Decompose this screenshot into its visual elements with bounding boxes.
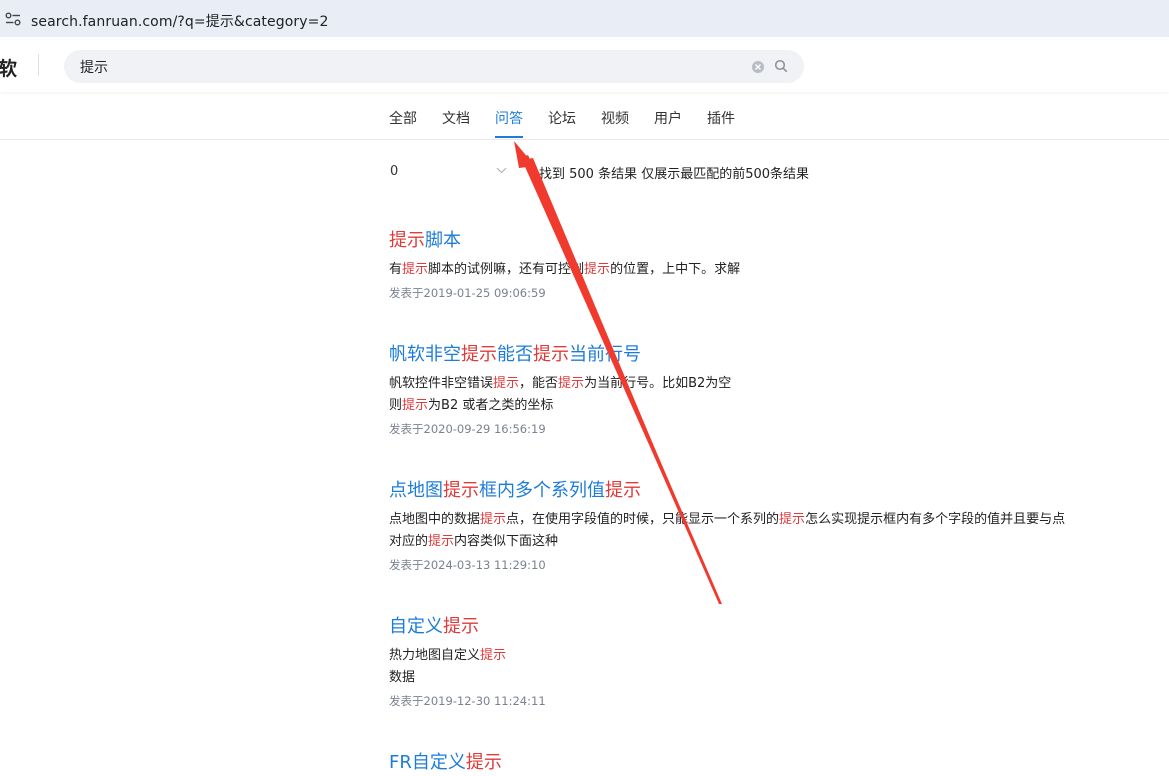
highlight-term: 提示 (605, 480, 641, 501)
result-date: 发表于2020-09-29 16:56:19 (389, 422, 546, 436)
clear-icon[interactable] (752, 61, 764, 73)
search-box (64, 50, 804, 83)
result-date: 发表于2024-03-13 11:29:10 (389, 558, 546, 572)
highlight-term: 提示 (443, 480, 479, 501)
result-snippet: 点地图中的数据提示点，在使用字段值的时候，只能显示一个系列的提示怎么实现提示框内… (389, 509, 1149, 553)
site-info-icon[interactable] (5, 12, 21, 26)
text-segment: 脚本 (425, 230, 461, 251)
snippet-line: 对应的提示内容类似下面这种 (389, 531, 1149, 553)
site-header: 软 (0, 40, 1169, 92)
tab-video[interactable]: 视频 (601, 108, 629, 140)
search-input[interactable] (80, 57, 740, 77)
snippet-line: 帆软控件非空错误提示，能否提示为当前行号。比如B2为空 (389, 373, 1149, 395)
text-segment: 则 (389, 398, 403, 413)
tab-forum[interactable]: 论坛 (548, 108, 576, 140)
text-segment: ，能否 (519, 376, 559, 391)
result-item: 自定义提示 热力地图自定义提示 数据 发表于2019-12-30 11:24:11 (389, 614, 1149, 710)
highlight-term: 提示 (584, 262, 611, 277)
highlight-term: 提示 (402, 262, 429, 277)
tab-qa[interactable]: 问答 (495, 108, 523, 140)
search-icon[interactable] (774, 59, 788, 73)
result-title[interactable]: 点地图提示框内多个系列值提示 (389, 478, 1149, 504)
highlight-term: 提示 (389, 230, 425, 251)
text-segment: 当前行号 (569, 344, 641, 365)
text-segment: 自定义 (389, 616, 443, 637)
snippet-line: 则提示为B2 或者之类的坐标 (389, 395, 1149, 417)
tab-docs[interactable]: 文档 (442, 108, 470, 140)
result-snippet: 有提示脚本的试例嘛，还有可控制提示的位置，上中下。求解 (389, 259, 1149, 281)
address-field[interactable]: search.fanruan.com/?q=提示&category=2 (0, 2, 1169, 34)
header-divider (38, 54, 39, 76)
highlight-term: 提示 (558, 376, 585, 391)
snippet-line: 有提示脚本的试例嘛，还有可控制提示的位置，上中下。求解 (389, 259, 1149, 281)
highlight-term: 提示 (480, 512, 507, 527)
text-segment: 点，在使用字段值的时候，只能显示一个系列的 (506, 512, 780, 527)
tabs-divider (0, 139, 1169, 140)
text-segment: 为B2 或者之类的坐标 (428, 398, 554, 413)
text-segment: 帆软控件非空错误 (389, 376, 494, 391)
highlight-term: 提示 (493, 376, 520, 391)
snippet-line: 点地图中的数据提示点，在使用字段值的时候，只能显示一个系列的提示怎么实现提示框内… (389, 509, 1149, 531)
text-segment: 有 (389, 262, 403, 277)
result-snippet: 帆软控件非空错误提示，能否提示为当前行号。比如B2为空 则提示为B2 或者之类的坐… (389, 373, 1149, 417)
browser-url-bar: search.fanruan.com/?q=提示&category=2 (0, 0, 1169, 37)
chevron-down-icon (496, 167, 507, 174)
result-title[interactable]: FR自定义提示 (389, 750, 1149, 776)
text-segment: 能否 (497, 344, 533, 365)
result-title[interactable]: 自定义提示 (389, 614, 1149, 640)
tab-users[interactable]: 用户 (654, 108, 682, 140)
tab-plugins[interactable]: 插件 (707, 108, 735, 140)
highlight-term: 提示 (480, 648, 507, 663)
highlight-term: 提示 (461, 344, 497, 365)
text-segment: 帆软非空 (389, 344, 461, 365)
category-tabs: 全部 文档 问答 论坛 视频 用户 插件 (389, 108, 760, 140)
highlight-term: 提示 (428, 534, 455, 549)
text-segment: 内容类似下面这种 (454, 534, 559, 549)
highlight-term: 提示 (402, 398, 429, 413)
text-segment: 框内多个系列值 (479, 480, 605, 501)
result-title[interactable]: 提示脚本 (389, 228, 1149, 254)
highlight-term: 提示 (533, 344, 569, 365)
text-segment: 怎么实现提示框内有多个字段的值并且要与点 (805, 512, 1066, 527)
text-segment: 点地图中的数据 (389, 512, 481, 527)
result-item: FR自定义提示 (389, 750, 1149, 776)
filter-value: 0 (390, 164, 399, 179)
result-date: 发表于2019-12-30 11:24:11 (389, 694, 546, 708)
result-count: 找到 500 条结果 仅展示最匹配的前500条结果 (539, 167, 810, 182)
text-segment: 的位置，上中下。求解 (610, 262, 741, 277)
filter-select[interactable]: 0 (389, 162, 511, 182)
text-segment: 脚本的试例嘛，还有可控制 (428, 262, 585, 277)
result-item: 提示脚本 有提示脚本的试例嘛，还有可控制提示的位置，上中下。求解 发表于2019… (389, 228, 1149, 302)
snippet-line: 热力地图自定义提示 (389, 645, 1149, 667)
text-segment: 点地图 (389, 480, 443, 501)
text-segment: 数据 (389, 670, 416, 685)
text-segment: 对应的 (389, 534, 429, 549)
text-segment: 热力地图自定义 (389, 648, 481, 663)
result-title[interactable]: 帆软非空提示能否提示当前行号 (389, 342, 1149, 368)
snippet-line: 数据 (389, 667, 1149, 689)
result-date: 发表于2019-01-25 09:06:59 (389, 286, 546, 300)
highlight-term: 提示 (465, 752, 502, 773)
site-logo[interactable]: 软 (0, 54, 17, 81)
highlight-term: 提示 (779, 512, 806, 527)
result-item: 点地图提示框内多个系列值提示 点地图中的数据提示点，在使用字段值的时候，只能显示… (389, 478, 1149, 574)
result-item: 帆软非空提示能否提示当前行号 帆软控件非空错误提示，能否提示为当前行号。比如B2… (389, 342, 1149, 438)
highlight-term: 提示 (443, 616, 479, 637)
tab-all[interactable]: 全部 (389, 108, 417, 140)
text-segment: 为当前行号。比如B2为空 (584, 376, 732, 391)
text-segment: FR自定义 (389, 752, 466, 773)
result-snippet: 热力地图自定义提示数据 (389, 645, 1149, 689)
url-text[interactable]: search.fanruan.com/?q=提示&category=2 (31, 11, 328, 31)
